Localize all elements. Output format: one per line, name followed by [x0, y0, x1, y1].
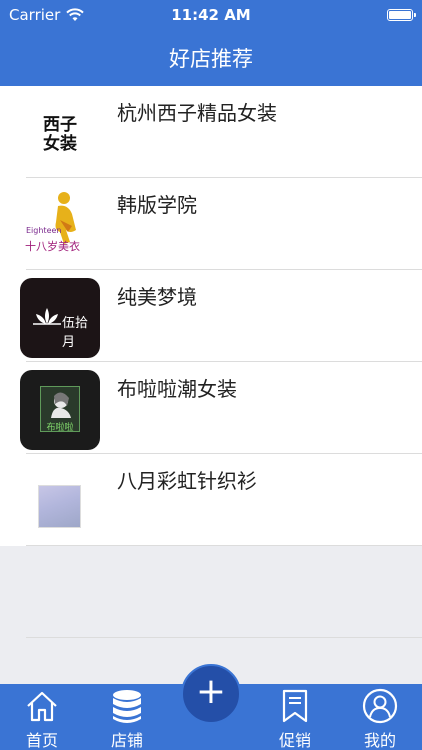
divider	[26, 637, 422, 638]
nav-bar: 好店推荐	[0, 30, 422, 86]
status-bar: Carrier 11:42 AM	[0, 0, 422, 30]
shop-logo-xizi: 西子 女装	[20, 94, 100, 174]
logo-text: 西子	[43, 115, 77, 135]
shop-logo-bulala: 布啦啦	[20, 370, 100, 450]
tab-promo[interactable]: 促销	[255, 684, 335, 750]
logo-text: 十八岁美衣	[25, 240, 80, 253]
tab-mine-label: 我的	[363, 731, 396, 750]
database-icon	[113, 690, 141, 723]
list-item[interactable]: 八月彩虹针织衫	[0, 454, 422, 546]
divider	[26, 545, 422, 546]
shop-logo-bayue	[20, 462, 100, 542]
shop-name: 八月彩虹针织衫	[117, 469, 257, 493]
logo-text: Eighteen	[26, 226, 62, 235]
shop-name: 韩版学院	[117, 193, 197, 217]
status-time: 11:42 AM	[171, 6, 251, 24]
portrait-icon	[51, 392, 71, 418]
rainbow-photo	[38, 485, 81, 528]
plus-icon: +	[195, 671, 227, 712]
list-item[interactable]: 伍拾月 纯美梦境	[0, 270, 422, 362]
tab-mine[interactable]: 我的	[340, 684, 420, 750]
shop-list: 西子 女装 杭州西子精品女装 Eighteen 十八岁美衣 韩版学院 伍拾月 纯…	[0, 86, 422, 546]
tab-promo-label: 促销	[278, 731, 311, 750]
home-icon	[27, 691, 57, 722]
bookmark-icon	[282, 689, 308, 723]
list-item[interactable]: 西子 女装 杭州西子精品女装	[0, 86, 422, 178]
shop-logo-wushiyue: 伍拾月	[20, 278, 100, 358]
shop-name: 布啦啦潮女装	[117, 377, 237, 401]
logo-text: 布啦啦	[46, 423, 74, 433]
tab-home-label: 首页	[25, 731, 58, 750]
tab-shops-label: 店铺	[110, 731, 143, 750]
logo-text: 女装	[43, 134, 77, 154]
shop-name: 杭州西子精品女装	[117, 101, 277, 125]
lotus-icon	[33, 308, 61, 325]
user-icon	[362, 688, 398, 724]
shop-name: 纯美梦境	[117, 285, 197, 309]
tab-home[interactable]: 首页	[2, 684, 82, 750]
add-button[interactable]: +	[181, 664, 241, 724]
logo-text: 伍拾月	[62, 316, 89, 350]
battery-icon	[387, 9, 416, 21]
list-item[interactable]: Eighteen 十八岁美衣 韩版学院	[0, 178, 422, 270]
page-title: 好店推荐	[169, 47, 253, 71]
list-item[interactable]: 布啦啦 布啦啦潮女装	[0, 362, 422, 454]
shop-logo-eighteen: Eighteen 十八岁美衣	[20, 186, 100, 266]
tab-shops[interactable]: 店铺	[87, 684, 167, 750]
